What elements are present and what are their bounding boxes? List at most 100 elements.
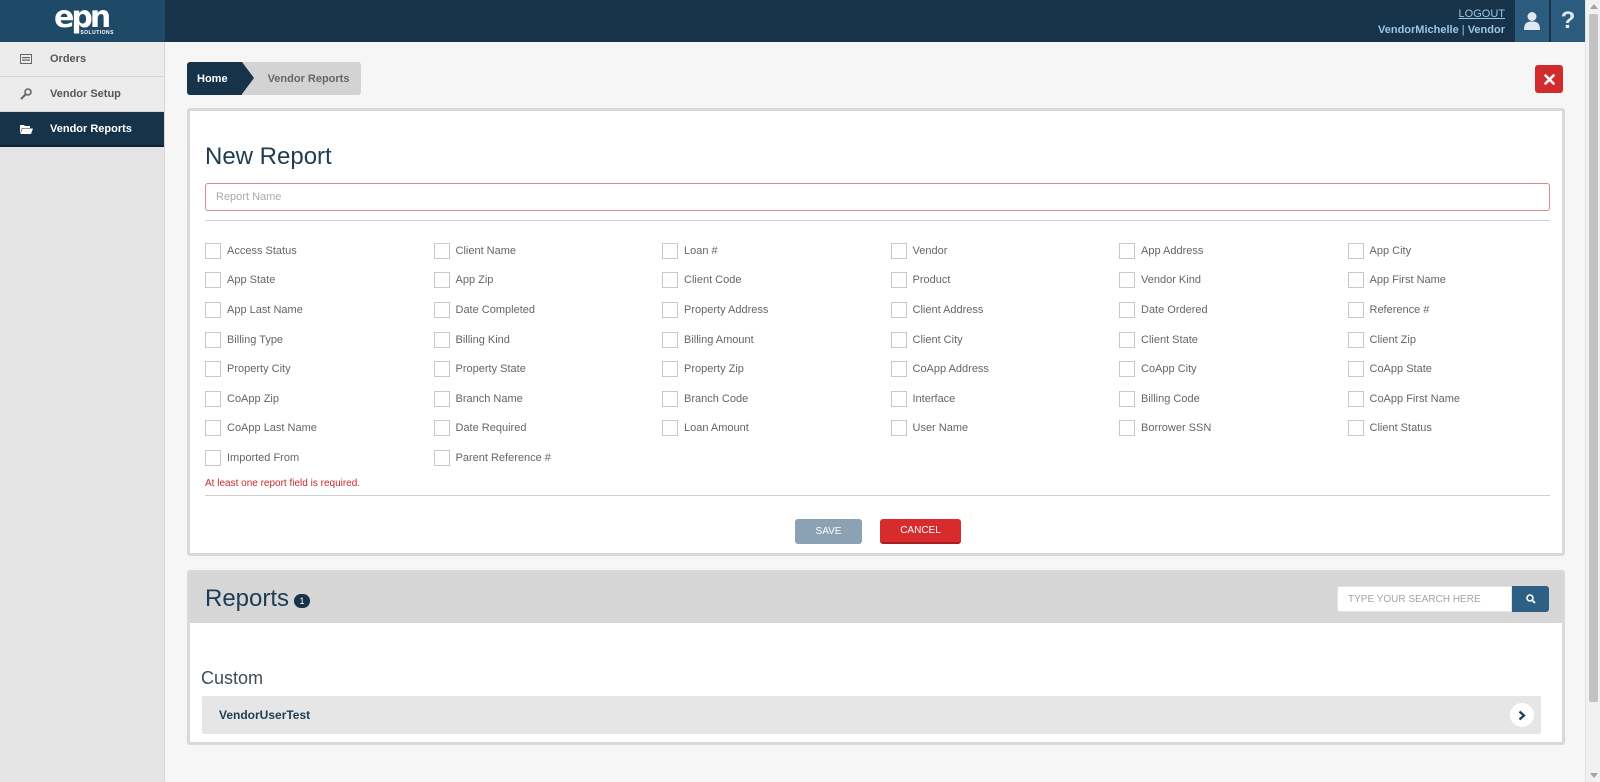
report-field-option[interactable]: CoApp City [1119, 354, 1348, 384]
scroll-down-icon[interactable] [1590, 773, 1598, 778]
report-field-checkbox[interactable] [205, 331, 221, 348]
report-field-checkbox[interactable] [433, 449, 450, 466]
report-field-option[interactable]: App Last Name [205, 295, 434, 325]
user-profile-button[interactable] [1515, 0, 1549, 42]
report-field-option[interactable]: Billing Kind [433, 325, 663, 355]
report-field-option[interactable]: Vendor Kind [1119, 266, 1348, 296]
report-field-option[interactable]: Product [890, 266, 1120, 296]
report-field-option[interactable]: Client Code [662, 266, 891, 296]
report-field-option[interactable]: Date Completed [433, 295, 663, 325]
report-field-checkbox[interactable] [433, 242, 450, 259]
report-field-option[interactable]: Client Status [1347, 414, 1577, 444]
report-field-checkbox[interactable] [890, 242, 907, 259]
report-field-checkbox[interactable] [1347, 301, 1364, 318]
report-field-option[interactable]: Billing Type [205, 325, 434, 355]
report-field-option[interactable]: Billing Code [1119, 384, 1348, 414]
report-field-option[interactable]: Parent Reference # [433, 443, 663, 473]
report-field-checkbox[interactable] [662, 272, 678, 289]
report-field-option[interactable]: Reference # [1347, 295, 1577, 325]
report-field-option[interactable]: Branch Code [662, 384, 891, 414]
report-field-option[interactable]: Date Ordered [1119, 295, 1348, 325]
search-button[interactable] [1512, 586, 1549, 612]
epn-logo[interactable]: epn SOLUTIONS [54, 3, 114, 38]
report-field-checkbox[interactable] [205, 361, 221, 378]
report-field-checkbox[interactable] [1119, 301, 1135, 318]
report-field-checkbox[interactable] [662, 331, 678, 348]
report-field-option[interactable]: CoApp First Name [1347, 384, 1577, 414]
report-field-checkbox[interactable] [1119, 420, 1135, 437]
report-field-option[interactable]: Interface [890, 384, 1120, 414]
close-button[interactable] [1535, 65, 1563, 93]
report-row[interactable]: VendorUserTest [202, 696, 1541, 734]
report-field-option[interactable]: CoApp Last Name [205, 414, 434, 444]
report-field-option[interactable]: Loan # [662, 236, 891, 266]
report-field-checkbox[interactable] [662, 242, 678, 259]
report-field-option[interactable]: Client City [890, 325, 1120, 355]
report-field-option[interactable]: Borrower SSN [1119, 414, 1348, 444]
report-field-checkbox[interactable] [890, 361, 907, 378]
report-field-option[interactable]: App Zip [433, 266, 663, 296]
report-field-option[interactable]: App Address [1119, 236, 1348, 266]
report-field-option[interactable]: Imported From [205, 443, 434, 473]
report-field-option[interactable]: Property State [433, 354, 663, 384]
report-field-option[interactable]: CoApp Address [890, 354, 1120, 384]
report-field-option[interactable]: Loan Amount [662, 414, 891, 444]
report-field-checkbox[interactable] [662, 390, 678, 407]
report-field-checkbox[interactable] [1347, 331, 1364, 348]
report-field-option[interactable]: User Name [890, 414, 1120, 444]
report-field-option[interactable]: CoApp State [1347, 354, 1577, 384]
report-field-option[interactable]: Client State [1119, 325, 1348, 355]
sidebar-item-vendor-reports[interactable]: Vendor Reports [0, 112, 164, 147]
report-field-option[interactable]: Property City [205, 354, 434, 384]
report-field-checkbox[interactable] [433, 420, 450, 437]
report-field-checkbox[interactable] [433, 331, 450, 348]
report-field-checkbox[interactable] [1119, 272, 1135, 289]
report-field-checkbox[interactable] [205, 420, 221, 437]
scroll-up-icon[interactable] [1590, 4, 1598, 9]
report-field-option[interactable]: App First Name [1347, 266, 1577, 296]
report-field-option[interactable]: Client Address [890, 295, 1120, 325]
report-field-checkbox[interactable] [433, 272, 450, 289]
report-field-checkbox[interactable] [1347, 242, 1364, 259]
report-field-option[interactable]: App City [1347, 236, 1577, 266]
report-field-option[interactable]: Property Address [662, 295, 891, 325]
report-field-checkbox[interactable] [1119, 242, 1135, 259]
report-field-checkbox[interactable] [205, 242, 221, 259]
report-field-checkbox[interactable] [662, 301, 678, 318]
report-field-checkbox[interactable] [662, 420, 678, 437]
report-field-checkbox[interactable] [433, 301, 450, 318]
report-field-option[interactable]: Property Zip [662, 354, 891, 384]
report-field-checkbox[interactable] [1347, 272, 1364, 289]
search-input[interactable] [1337, 586, 1512, 612]
scrollbar-thumb[interactable] [1589, 14, 1598, 702]
report-field-option[interactable]: CoApp Zip [205, 384, 434, 414]
report-field-checkbox[interactable] [205, 449, 221, 466]
chevron-right-icon[interactable] [1510, 703, 1534, 727]
report-field-checkbox[interactable] [890, 331, 907, 348]
report-field-checkbox[interactable] [1119, 390, 1135, 407]
report-field-option[interactable]: Billing Amount [662, 325, 891, 355]
report-field-checkbox[interactable] [890, 301, 907, 318]
report-field-checkbox[interactable] [1347, 361, 1364, 378]
sidebar-item-vendor-setup[interactable]: Vendor Setup [0, 77, 164, 112]
breadcrumb-home[interactable]: Home [187, 62, 254, 95]
report-field-checkbox[interactable] [205, 272, 221, 289]
report-field-checkbox[interactable] [662, 361, 678, 378]
report-field-option[interactable]: Client Zip [1347, 325, 1577, 355]
report-field-option[interactable]: Access Status [205, 236, 434, 266]
report-field-checkbox[interactable] [205, 301, 221, 318]
report-field-checkbox[interactable] [890, 390, 907, 407]
report-field-option[interactable]: App State [205, 266, 434, 296]
report-field-checkbox[interactable] [1347, 420, 1364, 437]
save-button[interactable]: SAVE [795, 519, 862, 544]
report-field-checkbox[interactable] [1119, 361, 1135, 378]
report-field-option[interactable]: Date Required [433, 414, 663, 444]
report-field-option[interactable]: Client Name [433, 236, 663, 266]
report-field-checkbox[interactable] [1119, 331, 1135, 348]
report-field-checkbox[interactable] [433, 361, 450, 378]
report-field-option[interactable]: Vendor [890, 236, 1120, 266]
report-field-checkbox[interactable] [890, 272, 907, 289]
report-field-option[interactable]: Branch Name [433, 384, 663, 414]
report-field-checkbox[interactable] [205, 390, 221, 407]
report-field-checkbox[interactable] [1347, 390, 1364, 407]
